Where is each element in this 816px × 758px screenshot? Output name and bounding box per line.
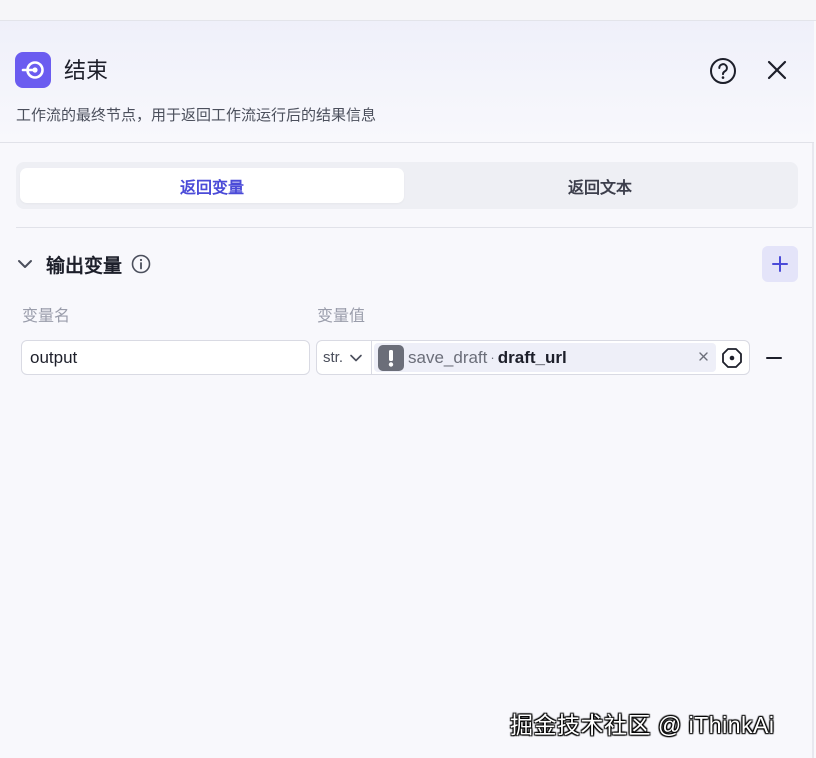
output-variables-header: 输出变量 [16,250,151,278]
column-label-name: 变量名 [22,308,71,325]
clear-reference-icon[interactable] [697,350,710,363]
end-node-icon [15,52,51,88]
tab-return-text[interactable]: 返回文本 [408,168,792,203]
remove-variable-button[interactable] [764,348,784,368]
reference-node-name: save_draft [408,347,488,367]
section-title: 输出变量 [46,255,123,277]
variable-type-label: str. [323,349,344,366]
add-variable-button[interactable] [762,246,798,282]
return-mode-tabs: 返回变量 返回文本 [16,162,798,209]
chevron-down-icon[interactable] [16,255,34,273]
help-icon[interactable] [709,57,737,85]
node-description: 工作流的最终节点，用于返回工作流运行后的结果信息 [16,107,377,124]
plus-icon [772,256,788,272]
reference-separator: · [490,350,495,365]
warning-icon [378,344,404,371]
top-strip [0,0,816,21]
section-divider [16,227,812,228]
chevron-down-icon [350,354,362,361]
reference-variable-name: draft_url [497,347,567,367]
column-label-value: 变量值 [317,308,366,325]
tab-return-variables[interactable]: 返回变量 [20,168,404,203]
info-icon[interactable] [131,254,151,274]
variable-picker-icon[interactable] [721,347,743,369]
watermark: 掘金技术社区 @ iThinkAi [510,712,775,738]
variable-name-input[interactable] [21,340,310,375]
close-icon[interactable] [764,57,790,83]
variable-type-select[interactable]: str. [317,341,372,374]
node-title[interactable]: 结束 [64,57,108,85]
variable-reference-chip[interactable]: save_draft · draft_url [374,343,716,372]
variable-value-field: str. save_draft · draft_url [316,340,750,375]
